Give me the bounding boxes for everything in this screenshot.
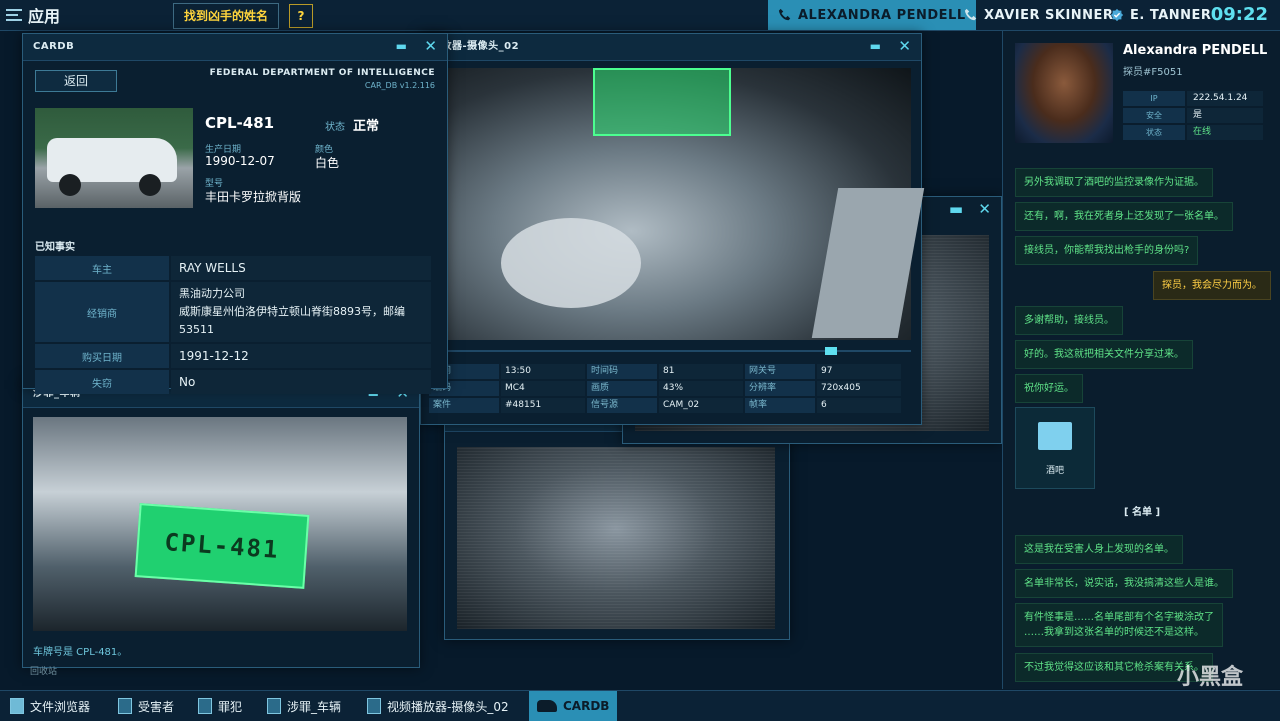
taskbar-item-vehicle[interactable]: 涉罪_车辆: [267, 691, 341, 721]
vehicle-window[interactable]: 涉罪_车辆 ▬ ✕ CPL-481 车牌号是 CPL-481。: [22, 380, 420, 668]
watermark-text: 小黑盒: [1176, 665, 1243, 690]
minimize-icon[interactable]: ▬: [396, 39, 407, 53]
close-icon[interactable]: ✕: [898, 37, 911, 55]
chat-message: 名单非常长，说实话，我没搞清这些人是谁。: [1015, 569, 1233, 598]
contact-alexandra-pendell[interactable]: ALEXANDRA PENDELL: [768, 0, 976, 30]
verified-badge-icon: [1110, 8, 1124, 22]
table-row: 购买日期 1991-12-12: [35, 344, 435, 368]
contact-panel: Alexandra PENDELL 探员#F5051 IP 222.54.1.24…: [1002, 31, 1280, 690]
taskbar-item-cardb[interactable]: CARDB: [529, 691, 618, 721]
chat-message: 有件怪事是……名单尾部有个名字被涂改了 ……我拿到这张名单的时候还不是这样。: [1015, 603, 1223, 647]
chat-message: 接线员，你能帮我找出枪手的身份吗?: [1015, 236, 1199, 265]
phone-icon: [964, 8, 977, 21]
image-file-icon: [118, 698, 132, 714]
chat-message: 还有，啊，我在死者身上还发现了一张名单。: [1015, 202, 1233, 231]
plate-caption: 车牌号是 CPL-481。: [33, 647, 128, 658]
image-file-icon: [267, 698, 281, 714]
taskbar-item-file-browser[interactable]: 文件浏览器: [10, 691, 90, 721]
pool-table-shape: [811, 188, 925, 338]
car-wheel: [139, 174, 161, 196]
minimize-icon[interactable]: ▬: [949, 200, 963, 218]
timeline-track[interactable]: [445, 347, 911, 355]
image-file-icon: [198, 698, 212, 714]
chat-message: 好的。我这就把相关文件分享过来。: [1015, 340, 1193, 369]
contact-xavier-skinner[interactable]: XAVIER SKINNER: [964, 0, 1113, 30]
plate-detection-box: CPL-481: [134, 503, 310, 589]
facts-table: 车主 RAY WELLS 经销商 黑油动力公司 威斯康星州伯洛伊特立顿山脊街88…: [35, 256, 435, 396]
table-shape: [501, 218, 641, 308]
phone-icon: [778, 8, 791, 21]
timeline-handle[interactable]: [825, 347, 837, 355]
folder-label: 酒吧: [1045, 466, 1064, 476]
model-value: 丰田卡罗拉掀背版: [205, 190, 302, 204]
cardb-window[interactable]: CARDB ▬ ✕ 返回 FEDERAL DEPARTMENT OF INTEL…: [22, 33, 448, 394]
car-wheel: [59, 174, 81, 196]
face-detection-box: [593, 68, 731, 136]
contact-name: ALEXANDRA PENDELL: [798, 7, 966, 23]
apps-label: 应用: [28, 7, 61, 26]
chat-message: 这是我在受害人身上发现的名单。: [1015, 535, 1183, 564]
folder-icon: [10, 698, 24, 714]
chat-message-self: 探员，我会尽力而为。: [1153, 271, 1271, 300]
victim-photo: [457, 447, 775, 629]
color-value: 白色: [315, 156, 340, 170]
agent-portrait: [1015, 43, 1113, 143]
video-player-window[interactable]: 播放器-摄像头_02 ▬ ✕ 时间13:50 时间码81 网关号97 编码MC4…: [420, 33, 925, 425]
table-row: 车主 RAY WELLS: [35, 256, 435, 280]
folder-icon: [1038, 422, 1072, 450]
prod-date-value: 1990-12-07: [205, 154, 275, 168]
plate-number: CPL-481: [205, 114, 275, 132]
taskbar-item-victim[interactable]: 受害者: [118, 691, 174, 721]
table-row: 失窃 No: [35, 370, 435, 394]
shared-list-header[interactable]: [ 名单 ]: [1003, 503, 1280, 518]
top-bar: 应用 找到凶手的姓名 ? ALEXANDRA PENDELL XAVIER SK…: [0, 0, 1280, 31]
facts-heading: 已知事实: [35, 242, 75, 253]
window-title: 播放器-摄像头_02: [421, 34, 921, 61]
taskbar-item-criminal[interactable]: 罪犯: [198, 691, 242, 721]
car-photo: [35, 108, 193, 208]
contact-e-tanner[interactable]: E. TANNER: [1110, 0, 1211, 30]
close-icon[interactable]: ✕: [978, 200, 991, 218]
status-label: 状态: [325, 122, 345, 133]
taskbar: 文件浏览器 受害者 罪犯 涉罪_车辆 视频播放器-摄像头_02 CARDB: [0, 690, 1280, 721]
minimize-icon[interactable]: ▬: [870, 39, 881, 53]
shared-folder-bar[interactable]: 酒吧: [1015, 407, 1095, 489]
video-metadata: 时间13:50 时间码81 网关号97 编码MC4 画质43% 分辨率720x4…: [429, 364, 901, 413]
help-button[interactable]: ?: [289, 4, 313, 28]
agency-label: FEDERAL DEPARTMENT OF INTELLIGENCE: [209, 68, 435, 78]
plate-photo: CPL-481: [33, 417, 407, 631]
hamburger-icon: [6, 9, 22, 21]
contact-name: E. TANNER: [1130, 7, 1212, 23]
objective-banner: 找到凶手的姓名: [173, 3, 280, 29]
contact-name: XAVIER SKINNER: [984, 7, 1114, 23]
chat-message: 祝你好运。: [1015, 374, 1083, 403]
plate-text: CPL-481: [163, 528, 281, 564]
agent-fields: IP 222.54.1.24 安全是 状态 在线: [1123, 91, 1269, 142]
window-title: CARDB: [23, 34, 447, 61]
close-icon[interactable]: ✕: [424, 37, 437, 55]
status-value: 正常: [353, 119, 380, 134]
agent-id: 探员#F5051: [1123, 67, 1183, 78]
car-icon: [537, 700, 557, 712]
back-button[interactable]: 返回: [35, 70, 117, 92]
agent-name: Alexandra PENDELL: [1123, 43, 1268, 58]
chat-message: 多谢帮助，接线员。: [1015, 306, 1123, 335]
taskbar-item-video-player[interactable]: 视频播放器-摄像头_02: [367, 691, 509, 721]
table-row: 经销商 黑油动力公司 威斯康星州伯洛伊特立顿山脊街8893号，邮编 53511: [35, 282, 435, 342]
apps-menu-button[interactable]: 应用: [6, 3, 60, 27]
recycle-bin-label[interactable]: 回收站: [30, 664, 57, 677]
clock: 09:22: [1210, 4, 1268, 25]
victim-window[interactable]: 受害者: [444, 410, 790, 640]
version-label: CAR_DB v1.2.116: [364, 81, 435, 90]
chat-message: 另外我调取了酒吧的监控录像作为证据。: [1015, 168, 1213, 197]
cctv-frame: [445, 68, 925, 340]
video-file-icon: [367, 698, 381, 714]
